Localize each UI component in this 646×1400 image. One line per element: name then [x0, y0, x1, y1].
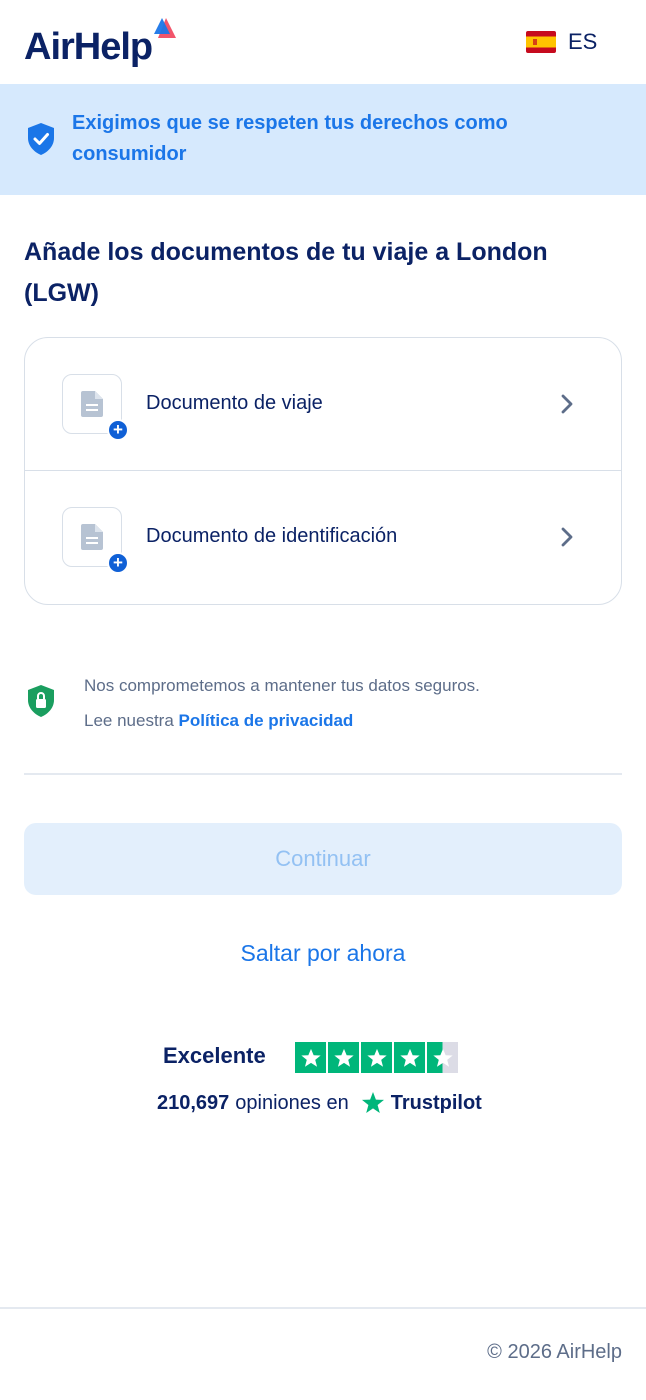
chevron-right-icon	[561, 394, 573, 414]
add-badge-icon: +	[107, 552, 129, 574]
trustpilot-star-icon	[361, 1092, 384, 1113]
privacy-policy-line: Lee nuestra Política de privacidad	[84, 711, 353, 731]
trustpilot-stars	[295, 1042, 459, 1073]
consumer-rights-banner: Exigimos que se respeten tus derechos co…	[0, 84, 646, 195]
spain-flag-icon	[526, 31, 556, 53]
document-icon	[81, 391, 103, 417]
skip-for-now-link[interactable]: Saltar por ahora	[0, 940, 646, 967]
page-title: Añade los documentos de tu viaje a Londo…	[24, 238, 548, 307]
privacy-statement: Nos comprometemos a mantener tus datos s…	[84, 676, 480, 695]
half-star-icon	[427, 1042, 458, 1073]
document-label: Documento de viaje	[146, 392, 323, 414]
privacy-policy-link[interactable]: Política de privacidad	[179, 711, 354, 730]
star-icon	[328, 1042, 359, 1073]
language-selector[interactable]: ES	[526, 26, 597, 58]
footer-divider	[0, 1307, 646, 1309]
document-label: Documento de identificación	[146, 525, 398, 547]
divider	[24, 773, 622, 775]
document-icon	[81, 524, 103, 550]
banner-text: Exigimos que se respeten tus derechos co…	[72, 112, 508, 165]
logo-mark-icon	[154, 18, 176, 38]
star-icon	[394, 1042, 425, 1073]
header: AirHelp ES	[0, 0, 646, 84]
chevron-right-icon	[561, 527, 573, 547]
star-icon	[295, 1042, 326, 1073]
copyright-text: © 2026 AirHelp	[487, 1341, 622, 1363]
trustpilot-brand: Trustpilot	[390, 1091, 482, 1114]
lock-shield-icon	[28, 685, 54, 717]
reviews-label: opiniones en	[235, 1091, 349, 1114]
document-row-identification[interactable]: + Documento de identificación	[25, 471, 621, 604]
trustpilot-reviews[interactable]: 210,697 opiniones en Trustpilot	[157, 1091, 482, 1115]
logo-text: AirHelp	[24, 26, 153, 68]
review-count: 210,697	[157, 1091, 230, 1114]
trustpilot-rating-text: Excelente	[163, 1043, 266, 1068]
document-thumbnail: +	[62, 507, 129, 574]
language-code: ES	[568, 29, 598, 54]
star-icon	[361, 1042, 392, 1073]
shield-check-icon	[28, 123, 54, 155]
add-badge-icon: +	[107, 419, 129, 441]
documents-card: + Documento de viaje + Documento de iden…	[24, 337, 622, 605]
continue-button[interactable]: Continuar	[24, 823, 622, 895]
privacy-prefix: Lee nuestra	[84, 711, 174, 730]
document-thumbnail: +	[62, 374, 129, 441]
document-row-travel[interactable]: + Documento de viaje	[25, 338, 621, 471]
